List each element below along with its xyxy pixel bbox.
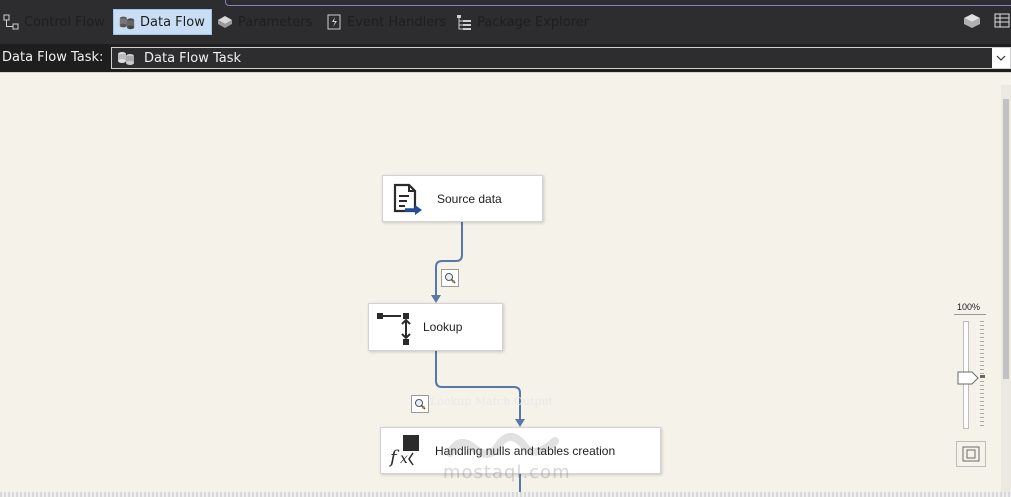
tab-label: Package Explorer: [477, 14, 590, 30]
designer-tab-bar: Control Flow Data Flow Parameters Event …: [0, 0, 1011, 44]
zoom-to-fit-button[interactable]: [956, 441, 986, 467]
tab-control-flow[interactable]: Control Flow: [2, 9, 105, 35]
fit-to-window-icon: [962, 446, 980, 462]
data-flow-icon: [118, 13, 136, 31]
task-selector-label: Data Flow Task:: [2, 50, 104, 65]
component-source-data[interactable]: Source data: [382, 175, 543, 222]
tab-label: Data Flow: [140, 14, 205, 30]
component-lookup[interactable]: Lookup: [368, 303, 503, 351]
data-flow-task-icon: [116, 49, 138, 67]
chevron-down-icon[interactable]: [992, 48, 1010, 68]
tab-label: Parameters: [238, 14, 313, 30]
data-viewer-magnifier-icon[interactable]: [411, 395, 429, 413]
lookup-icon: [375, 309, 411, 345]
tab-package-explorer[interactable]: Package Explorer: [455, 9, 589, 35]
zoom-slider-thumb[interactable]: [956, 370, 986, 386]
data-path-label: Lookup Match Output: [430, 395, 553, 408]
svg-text:f: f: [388, 447, 400, 468]
component-label: Source data: [437, 191, 502, 206]
tab-bar-border: [225, 0, 1011, 6]
data-path-arrowhead: [431, 295, 441, 303]
tab-parameters[interactable]: Parameters: [216, 9, 312, 35]
flat-file-source-icon: [389, 181, 425, 217]
tab-event-handlers[interactable]: Event Handlers: [325, 9, 446, 35]
scrollbar-thumb[interactable]: [1003, 99, 1009, 379]
vertical-scrollbar[interactable]: [1001, 85, 1011, 493]
tab-label: Control Flow: [24, 14, 105, 30]
data-flow-design-surface[interactable]: Lookup Match Output Source data Lookup f…: [0, 72, 1011, 493]
svg-text:x: x: [400, 451, 408, 467]
task-selector-dropdown[interactable]: Data Flow Task: [111, 47, 1011, 69]
task-selector-bar: Data Flow Task: Data Flow Task: [0, 44, 1011, 72]
derived-column-icon: fx: [387, 433, 423, 469]
parameters-icon: [216, 13, 234, 31]
task-selector-value: Data Flow Task: [144, 50, 242, 66]
component-label: Lookup: [423, 320, 463, 334]
zoom-level: 100%: [957, 302, 981, 312]
control-flow-icon: [2, 13, 20, 31]
data-viewer-magnifier-icon[interactable]: [441, 269, 459, 287]
package-explorer-icon: [455, 13, 473, 31]
toolbar-grid-icon[interactable]: [992, 12, 1011, 30]
mostaql-logo: [446, 433, 559, 458]
tab-data-flow[interactable]: Data Flow: [113, 9, 212, 35]
toolbar-package-icon[interactable]: [962, 12, 982, 30]
zoom-divider: [954, 314, 986, 315]
tab-label: Event Handlers: [347, 14, 447, 30]
data-path-lookup-to-derived: [435, 351, 521, 425]
horizontal-scroll-edge: [0, 492, 1011, 497]
data-path-source-to-lookup: [435, 222, 463, 301]
watermark-text: mostaql.com: [443, 462, 571, 483]
event-handlers-icon: [325, 13, 343, 31]
